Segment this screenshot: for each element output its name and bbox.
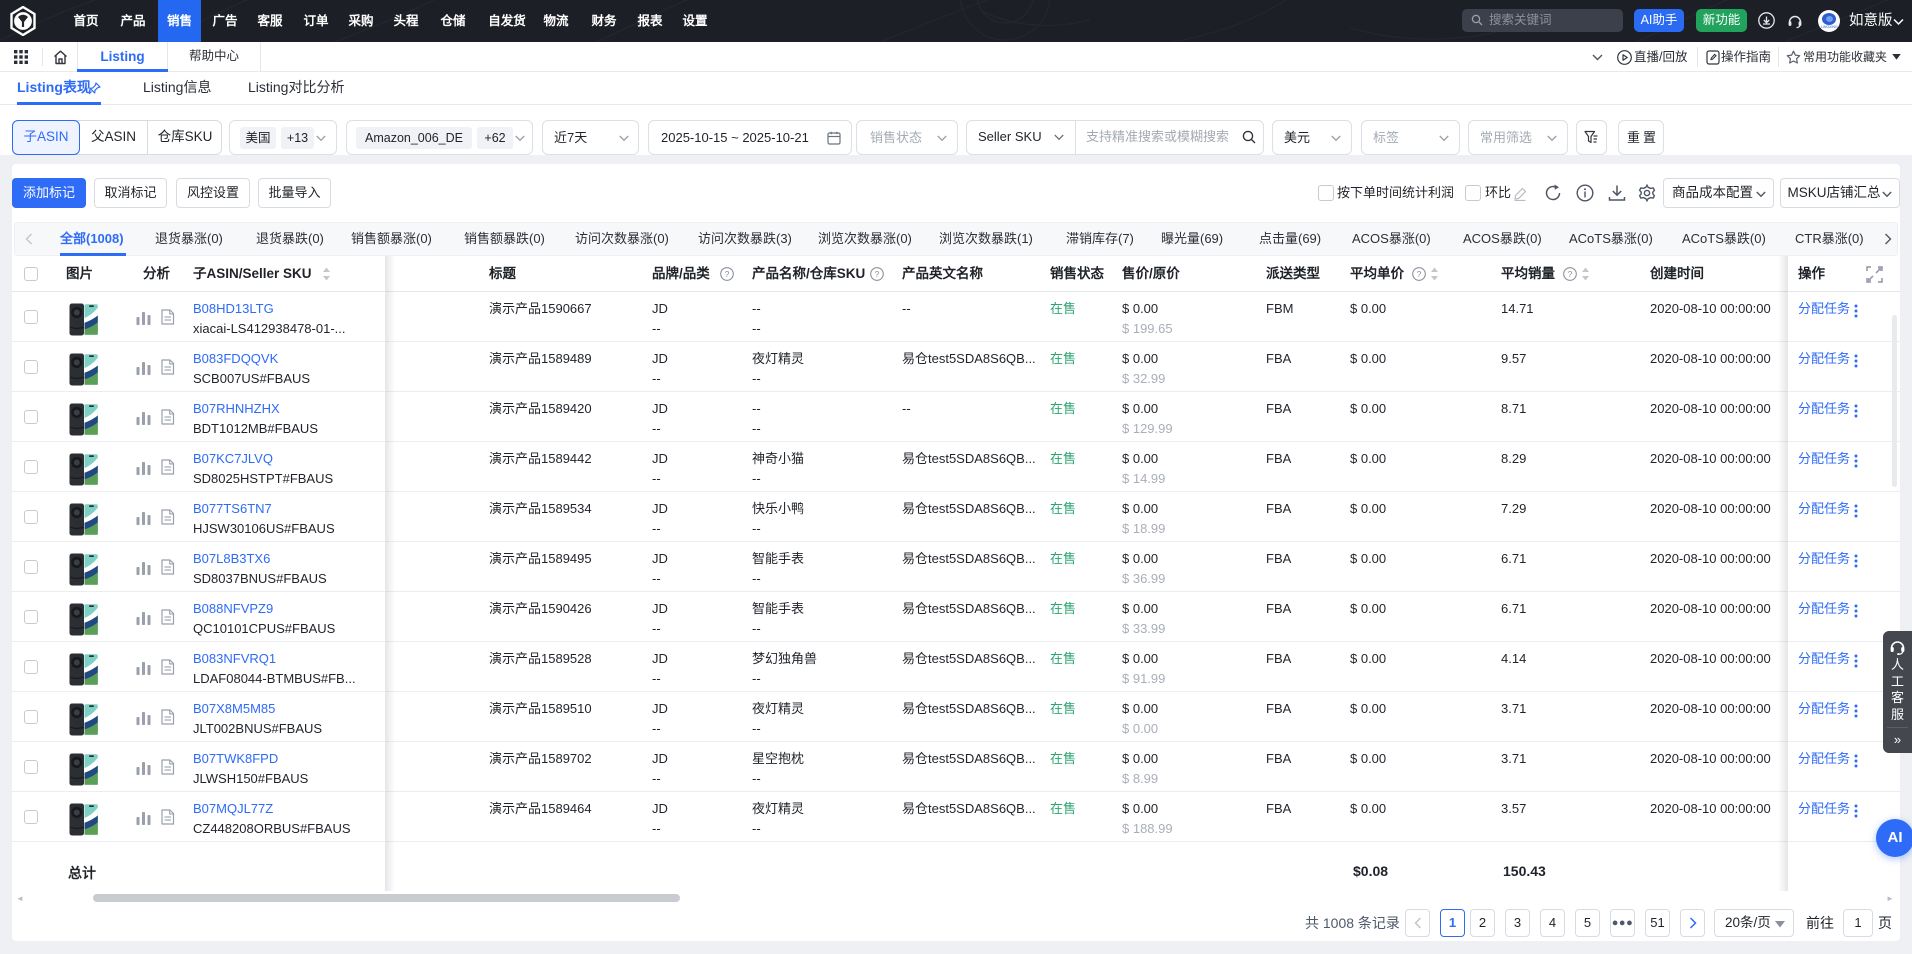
svg-text:?: ? xyxy=(1568,269,1573,279)
svg-text:?: ? xyxy=(875,269,880,279)
svg-text:?: ? xyxy=(1417,269,1422,279)
svg-text:?: ? xyxy=(725,269,730,279)
